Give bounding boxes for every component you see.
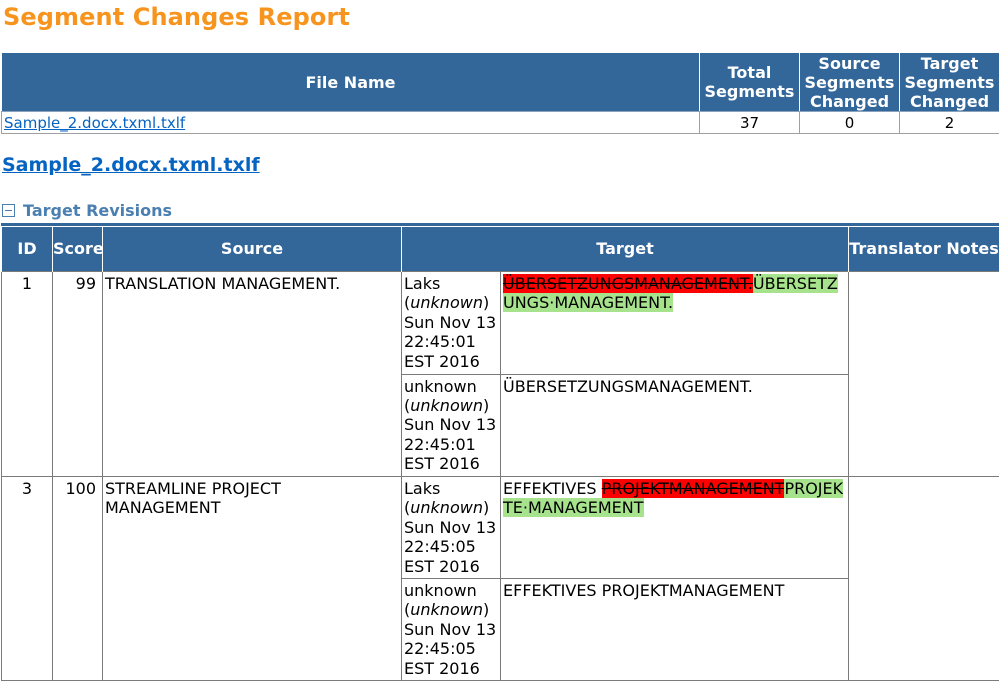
revision-date: Sun Nov 13 22:45:01 EST 2016 [404,415,497,474]
revision-status: unknown [410,395,483,415]
revision-author: unknown [404,581,477,600]
section-title: Target Revisions [23,200,173,220]
revision-author: Laks [404,479,441,498]
header-id: ID [1,226,53,272]
report-title: Segment Changes Report [3,3,350,31]
table-row: 3 100 STREAMLINE PROJECT MANAGEMENT Laks… [1,476,999,681]
revision-target: EFFEKTIVES PROJEKTMANAGEMENTPROJEKTE·MAN… [500,476,849,579]
target-prefix: EFFEKTIVES [503,479,597,498]
segment-id: 3 [1,476,53,681]
header-source: Source [102,226,402,272]
deleted-text: PROJEKTMANAGEMENT [601,479,785,498]
revision-status: unknown [410,293,483,313]
collapse-icon[interactable] [2,203,15,217]
revision-author: Laks [404,274,441,293]
header-source-changed: Source Segments Changed [799,52,900,112]
file-name-cell: Sample_2.docx.txml.txlf [1,111,700,134]
header-target-changed: Target Segments Changed [899,52,999,112]
revision-info: Laks (unknown) Sun Nov 13 22:45:05 EST 20… [401,476,501,579]
file-link[interactable]: Sample_2.docx.txml.txlf [4,114,185,132]
segment-source: TRANSLATION MANAGEMENT. [102,271,402,477]
target-revisions-toggle[interactable]: Target Revisions [2,200,172,220]
header-total-segments: Total Segments [699,52,800,112]
table-row: 1 99 TRANSLATION MANAGEMENT. Laks (unknow… [1,271,999,477]
summary-table: File Name Total Segments Source Segments… [1,52,999,134]
header-target: Target [401,226,849,272]
revision-author: unknown [404,376,477,396]
segment-id: 1 [1,271,53,477]
revision-info: unknown (unknown) Sun Nov 13 22:45:05 EST… [401,578,501,681]
deleted-text: ÜBERSETZUNGSMANAGEMENT. [503,274,753,293]
header-file-name: File Name [1,52,700,112]
file-heading-link[interactable]: Sample_2.docx.txml.txlf [2,154,260,176]
revision-date: Sun Nov 13 22:45:05 EST 2016 [404,517,497,576]
table-row: Sample_2.docx.txml.txlf 37 0 2 [1,111,999,134]
revision-status: unknown [410,600,483,620]
source-changed-value: 0 [799,111,900,134]
segment-source: STREAMLINE PROJECT MANAGEMENT [102,476,402,681]
header-translator-notes: Translator Notes [848,226,999,272]
revision-info: Laks (unknown) Sun Nov 13 22:45:01 EST 20… [401,271,501,375]
revision-target: ÜBERSETZUNGSMANAGEMENT. [500,373,849,477]
revision-date: Sun Nov 13 22:45:05 EST 2016 [404,619,497,678]
target-changed-value: 2 [899,111,999,134]
total-segments-value: 37 [699,111,800,134]
revision-status: unknown [410,498,483,518]
revision-target: ÜBERSETZUNGSMANAGEMENT.ÜBERSETZUNGS·MANA… [500,271,849,375]
revision-info: unknown (unknown) Sun Nov 13 22:45:01 EST… [401,373,501,477]
translator-notes [848,476,999,681]
segment-score: 100 [52,476,103,681]
translator-notes [848,271,999,477]
segment-score: 99 [52,271,103,477]
file-heading: Sample_2.docx.txml.txlf [2,154,260,176]
revision-target: EFFEKTIVES PROJEKTMANAGEMENT [500,578,849,681]
revision-date: Sun Nov 13 22:45:01 EST 2016 [404,312,497,371]
header-score: Score [52,226,104,272]
revisions-table: ID Score Source Target Translator Notes … [1,226,999,681]
